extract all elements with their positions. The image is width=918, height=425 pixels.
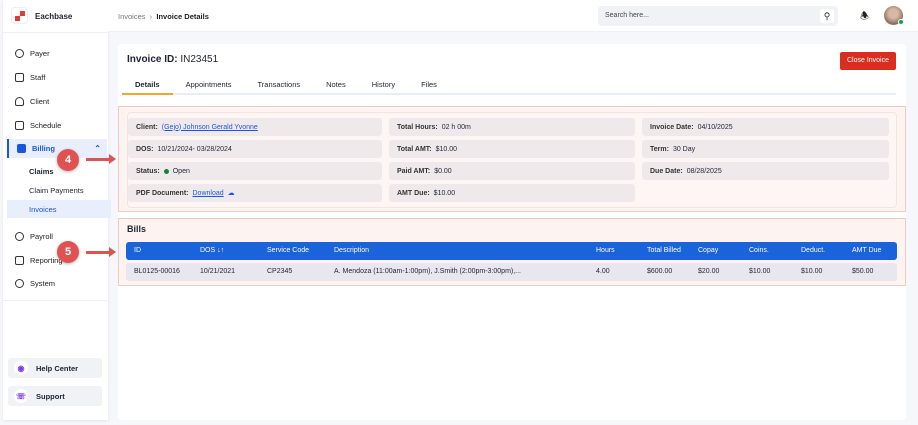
nav-label: Billing [32, 144, 55, 153]
sidebar-item-payroll[interactable]: Payroll [7, 227, 107, 246]
cell-description: A. Mendoza (11:00am-1:00pm), J.Smith (2:… [334, 268, 522, 275]
chevron-up-icon: ⌃ [94, 144, 101, 153]
invoice-card: Invoice ID: IN23451 Close Invoice Detail… [118, 44, 906, 420]
sidebar-subitem-claim-payments[interactable]: Claim Payments [7, 181, 111, 199]
status-field: Status: Open [128, 162, 382, 180]
invoice-date-field: Invoice Date: 04/10/2025 [642, 118, 889, 136]
annotation-badge-5: 5 [57, 241, 79, 263]
cell-dos: 10/21/2021 [200, 268, 236, 275]
user-icon [15, 97, 24, 106]
sidebar-subitem-invoices[interactable]: Invoices [7, 200, 111, 218]
online-status-dot [898, 19, 904, 25]
staff-icon [15, 73, 24, 82]
bell-icon[interactable]: 🕭 [860, 9, 869, 26]
annotation-arrow-icon [86, 154, 116, 164]
help-center-button[interactable]: ◉ Help Center [8, 358, 102, 378]
bills-title: Bills [127, 224, 147, 234]
download-link[interactable]: Download [193, 190, 224, 197]
search-icon[interactable]: ⚲ [820, 9, 834, 23]
client-field: Client: (Gejo) Johnson Gerald Yvonne [128, 118, 382, 136]
tab-files[interactable]: Files [408, 80, 450, 95]
col-total-billed: Total Billed [647, 247, 681, 254]
tab-details[interactable]: Details [122, 80, 173, 95]
sidebar-item-system[interactable]: System [7, 274, 107, 293]
brand-name: Eachbase [35, 12, 73, 21]
shield-icon [15, 49, 24, 58]
tabs: Details Appointments Transactions Notes … [122, 80, 896, 95]
sidebar-item-schedule[interactable]: Schedule [7, 116, 107, 135]
cell-hours: 4.00 [596, 268, 610, 275]
support-button[interactable]: ☏ Support [8, 386, 102, 406]
payroll-icon [15, 232, 24, 241]
tab-appointments[interactable]: Appointments [173, 80, 245, 95]
page-title: Invoice ID: IN23451 [127, 54, 219, 65]
calendar-icon [15, 121, 24, 130]
nav-label: Staff [30, 73, 46, 82]
nav-label: Payer [30, 49, 50, 58]
cell-service-code: CP2345 [267, 268, 293, 275]
client-link[interactable]: (Gejo) Johnson Gerald Yvonne [162, 124, 258, 131]
due-date-field: Due Date: 08/28/2025 [642, 162, 889, 180]
close-invoice-button[interactable]: Close Invoice [840, 52, 896, 70]
dos-field: DOS: 10/21/2024- 03/28/2024 [128, 140, 382, 158]
col-hours: Hours [596, 247, 615, 254]
tab-notes[interactable]: Notes [313, 80, 359, 95]
tab-history[interactable]: History [359, 80, 408, 95]
total-hours-field: Total Hours: 02 h 00m [389, 118, 635, 136]
cell-id: BL0125-00016 [134, 268, 180, 275]
cell-total-billed: $600.00 [647, 268, 673, 275]
nav-label: Client [30, 97, 50, 106]
col-id: ID [134, 247, 141, 254]
nav-label: Payroll [30, 232, 53, 241]
term-field: Term: 30 Day [642, 140, 889, 158]
sidebar-item-staff[interactable]: Staff [7, 68, 107, 87]
bills-section: Bills ID DOS ↓↑ Service Code Description… [118, 218, 906, 286]
bills-table-header: ID DOS ↓↑ Service Code Description Hours… [126, 242, 897, 260]
billing-icon [17, 144, 26, 153]
amt-due-field: AMT Due: $10.00 [389, 184, 635, 202]
col-deduct: Deduct. [801, 247, 826, 254]
sidebar: Eachbase Payer Staff Client Schedule Bil… [3, 0, 111, 420]
sidebar-item-client[interactable]: Client [7, 92, 107, 111]
col-copay: Copay [698, 247, 719, 254]
cloud-download-icon[interactable]: ☁ [228, 189, 235, 197]
eachbase-logo [11, 7, 28, 24]
cell-deduct: $10.00 [801, 268, 823, 275]
nav-label: System [30, 279, 56, 288]
gear-icon [15, 279, 24, 288]
details-section: Client: (Gejo) Johnson Gerald Yvonne DOS:… [118, 106, 906, 212]
col-coins: Coins. [749, 247, 769, 254]
col-amt-due: AMT Due [852, 247, 882, 254]
sidebar-item-payer[interactable]: Payer [7, 44, 107, 63]
col-dos-sort[interactable]: DOS ↓↑ [200, 247, 224, 254]
breadcrumb-invoices[interactable]: Invoices [118, 12, 146, 21]
tab-transactions[interactable]: Transactions [244, 80, 313, 95]
annotation-badge-4: 4 [57, 149, 79, 171]
status-dot [163, 168, 169, 174]
breadcrumb-current: Invoice Details [156, 12, 209, 21]
help-label: Help Center [36, 363, 79, 373]
top-bar: Invoices › Invoice Details Search here..… [108, 0, 918, 32]
pdf-field: PDF Document: Download ☁ [128, 184, 382, 202]
support-label: Support [36, 391, 65, 401]
col-service-code: Service Code [267, 247, 310, 254]
headset-icon: ☏ [14, 389, 28, 403]
cell-coins: $10.00 [749, 268, 771, 275]
table-row[interactable]: BL0125-00016 10/21/2021 CP2345 A. Mendoz… [126, 263, 897, 281]
cell-copay: $20.00 [698, 268, 720, 275]
invoice-id: IN23451 [180, 54, 219, 65]
col-description: Description [334, 247, 370, 254]
total-amt-field: Total AMT: $10.00 [389, 140, 635, 158]
report-icon [15, 256, 24, 265]
annotation-arrow-icon [86, 247, 116, 257]
breadcrumb: Invoices › Invoice Details [118, 12, 209, 21]
details-panel: Client: (Gejo) Johnson Gerald Yvonne DOS:… [127, 112, 897, 208]
lightbulb-icon: ◉ [14, 361, 28, 375]
search-input[interactable]: Search here... [598, 6, 838, 26]
paid-amt-field: Paid AMT: $0.00 [389, 162, 635, 180]
nav-label: Schedule [30, 121, 62, 130]
cell-amt-due: $50.00 [852, 268, 874, 275]
